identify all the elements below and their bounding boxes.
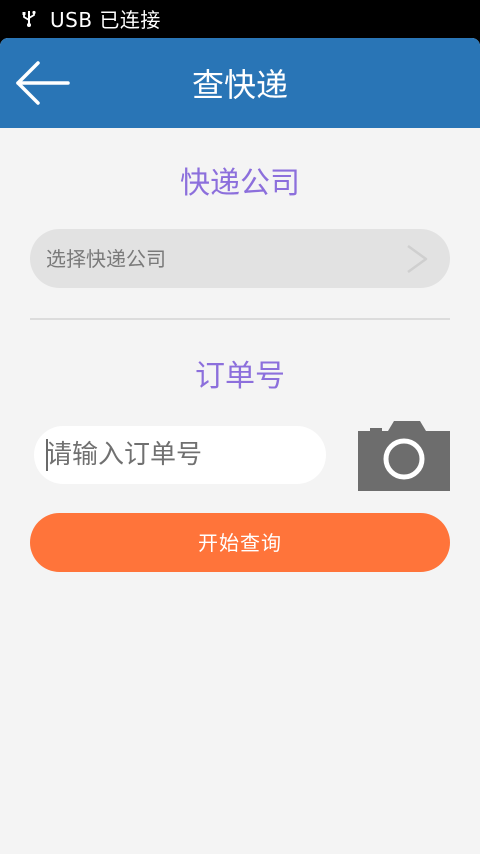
company-section-title: 快递公司 xyxy=(180,166,300,201)
status-bar: USB 已连接 xyxy=(0,0,480,36)
usb-icon xyxy=(22,10,36,27)
arrow-left-icon xyxy=(16,61,70,105)
divider xyxy=(30,318,450,320)
order-section-title: 订单号 xyxy=(195,359,285,394)
order-number-input[interactable] xyxy=(34,426,326,484)
express-query-screen: 查快递 快递公司 选择快递公司 订单号 开始查询 xyxy=(0,38,480,854)
text-caret xyxy=(46,439,48,471)
back-button[interactable] xyxy=(6,56,78,110)
company-select[interactable]: 选择快递公司 xyxy=(30,229,450,288)
app-bar: 查快递 xyxy=(0,38,480,128)
chevron-right-icon xyxy=(407,244,428,274)
status-text: USB 已连接 xyxy=(50,7,161,32)
company-select-placeholder: 选择快递公司 xyxy=(46,247,166,271)
start-query-button[interactable]: 开始查询 xyxy=(30,513,450,572)
camera-icon[interactable] xyxy=(358,421,450,491)
